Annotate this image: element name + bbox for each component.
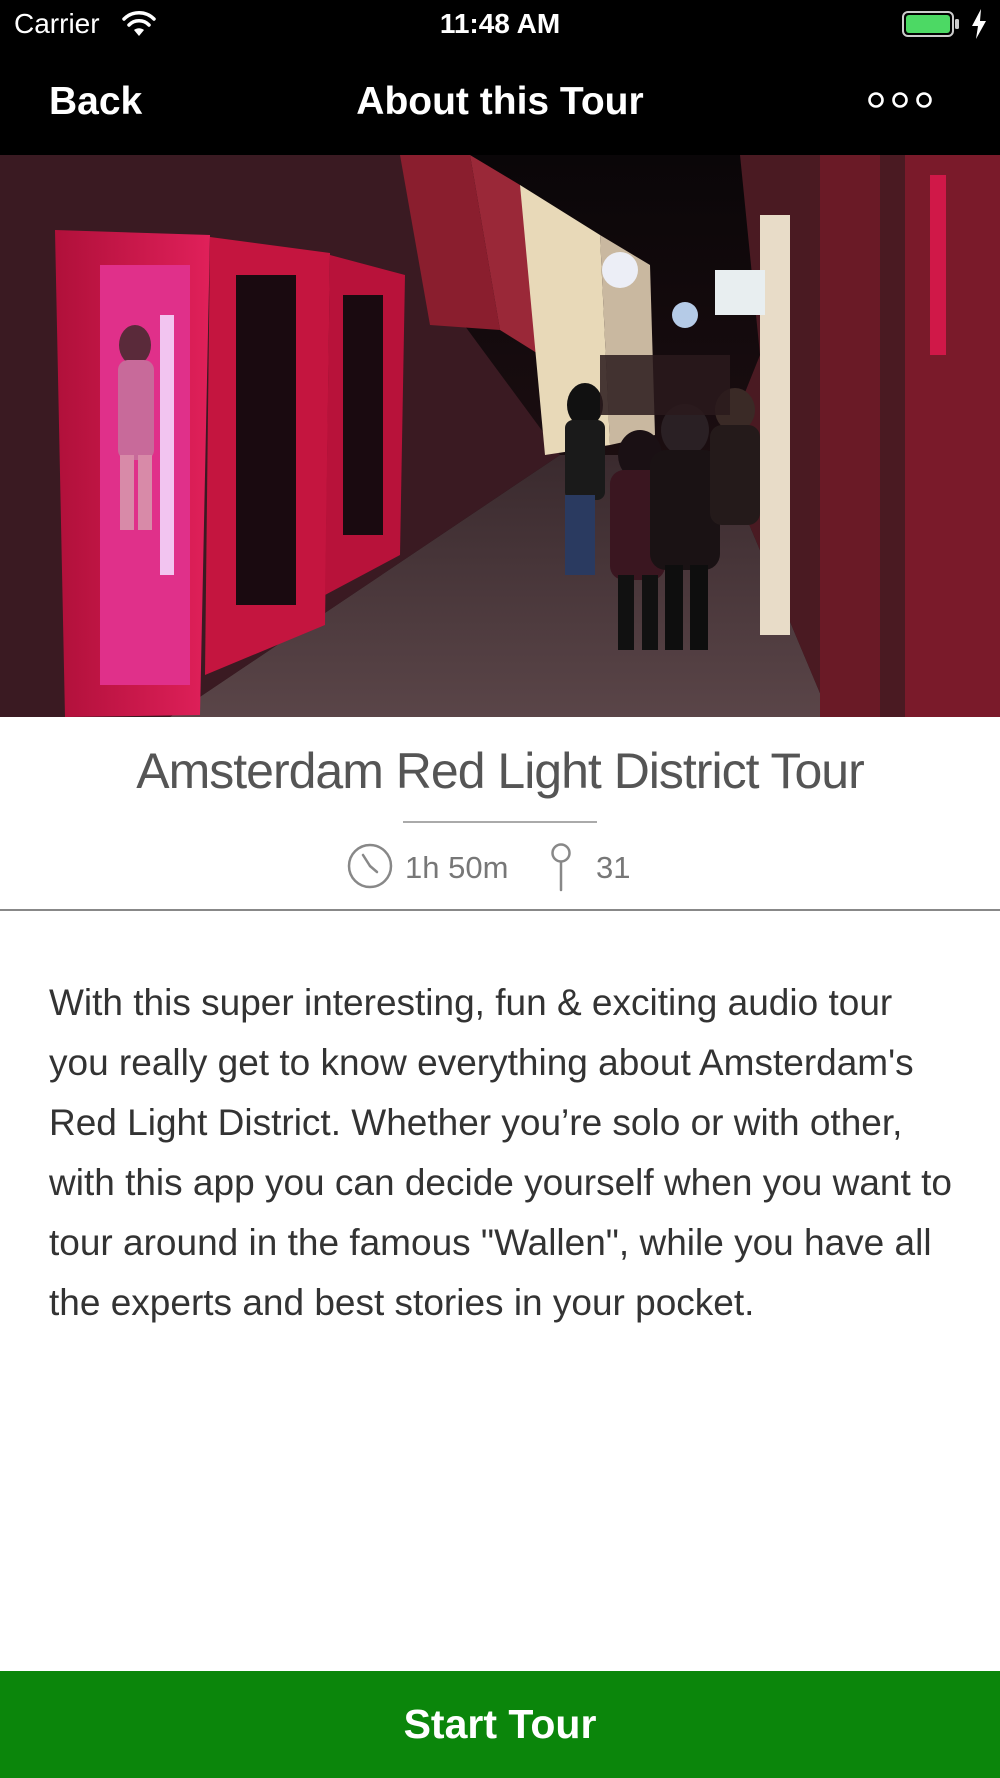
hero-photo-illustration xyxy=(0,155,1000,717)
tour-title: Amsterdam Red Light District Tour xyxy=(136,743,864,799)
clock-time: 11:48 AM xyxy=(439,8,561,39)
tour-meta-row: 1h 50m 31 xyxy=(0,840,1000,892)
title-underline xyxy=(403,821,597,823)
tour-description: With this super interesting, fun & excit… xyxy=(49,982,952,1323)
about-tour-screen: Carrier 11:48 AM Back About this Tour Am… xyxy=(0,0,1000,1778)
more-options-icon[interactable] xyxy=(866,86,934,114)
tour-duration: 1h 50m xyxy=(405,850,509,885)
navigation-bar: Back About this Tour xyxy=(0,50,1000,155)
clock-icon xyxy=(347,843,393,889)
start-tour-button[interactable]: Start Tour xyxy=(0,1671,1000,1778)
hero-photo xyxy=(0,155,1000,717)
nav-title: About this Tour xyxy=(356,80,644,123)
map-pin-icon xyxy=(551,843,571,892)
section-divider xyxy=(0,909,1000,911)
tour-stop-count: 31 xyxy=(596,850,631,885)
status-bar: Carrier 11:48 AM xyxy=(0,0,1000,50)
charging-bolt-icon xyxy=(972,9,986,39)
battery-icon xyxy=(902,11,959,37)
